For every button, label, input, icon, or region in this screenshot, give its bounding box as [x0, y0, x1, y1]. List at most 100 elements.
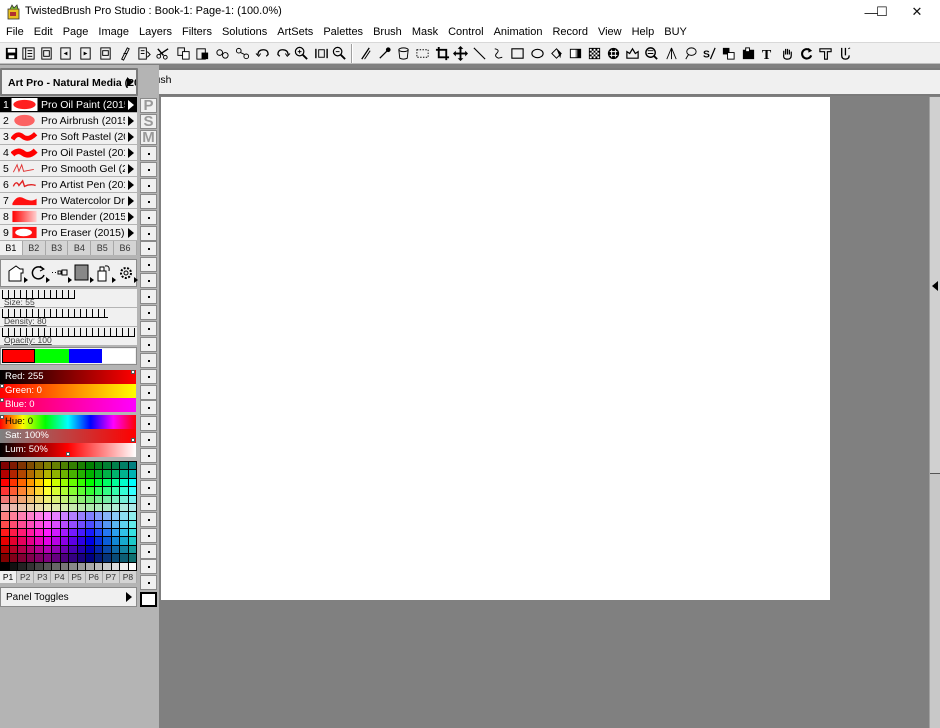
fill-icon[interactable] [548, 45, 564, 61]
palette-color-cell[interactable] [128, 503, 136, 512]
undo-icon[interactable] [254, 45, 270, 61]
palette-color-cell[interactable] [111, 462, 119, 470]
palette-color-cell[interactable] [86, 545, 94, 554]
palette-color-cell[interactable] [120, 562, 128, 570]
artset-selector[interactable]: Art Pro - Natural Media (2015) [0, 68, 138, 96]
quick-slot-button[interactable] [140, 384, 157, 400]
density-slider[interactable]: Density: 80 [0, 308, 137, 326]
palette-color-cell[interactable] [18, 562, 26, 570]
palette-color-cell[interactable] [103, 478, 111, 487]
palette-color-cell[interactable] [52, 478, 60, 487]
script-icon[interactable] [116, 45, 132, 61]
palette-color-cell[interactable] [9, 520, 17, 529]
palette-color-cell[interactable] [77, 478, 85, 487]
palette-color-cell[interactable] [69, 554, 77, 562]
lasso-icon[interactable] [682, 45, 698, 61]
palette-color-cell[interactable] [77, 462, 85, 470]
copy-layer-icon[interactable] [720, 45, 736, 61]
palette-color-cell[interactable] [128, 545, 136, 554]
expand-panel-arrow-icon[interactable] [932, 281, 938, 291]
color-swatch[interactable] [101, 349, 135, 363]
menu-filters[interactable]: Filters [177, 24, 217, 42]
menu-layers[interactable]: Layers [134, 24, 177, 42]
copy-icon[interactable] [175, 45, 191, 61]
palette-color-cell[interactable] [60, 537, 68, 545]
palette-color-cell[interactable] [43, 520, 51, 529]
fit-icon[interactable] [313, 45, 329, 61]
quick-slot-button[interactable] [140, 464, 157, 479]
link-icon[interactable] [214, 45, 230, 61]
palette-color-cell[interactable] [120, 478, 128, 487]
palette-color-cell[interactable] [94, 529, 102, 537]
palette-color-cell[interactable] [26, 512, 34, 520]
palette-color-cell[interactable] [9, 529, 17, 537]
psm-button-p[interactable]: P [140, 98, 157, 113]
palette-color-cell[interactable] [26, 487, 34, 495]
palette-color-cell[interactable] [9, 487, 17, 495]
palette-color-cell[interactable] [26, 529, 34, 537]
palette-color-cell[interactable] [111, 554, 119, 562]
palette-color-cell[interactable] [26, 562, 34, 570]
palette-color-cell[interactable] [52, 545, 60, 554]
palette-color-cell[interactable] [1, 470, 9, 478]
quick-slot-button[interactable] [140, 305, 157, 320]
palette-color-cell[interactable] [69, 462, 77, 470]
palette-color-cell[interactable] [35, 545, 43, 554]
palette-color-cell[interactable] [77, 562, 85, 570]
palette-color-cell[interactable] [94, 545, 102, 554]
palette-color-cell[interactable] [103, 520, 111, 529]
quick-slot-button[interactable] [140, 575, 157, 591]
menu-record[interactable]: Record [547, 24, 592, 42]
palette-color-cell[interactable] [26, 520, 34, 529]
brush-item[interactable]: 6 Pro Artist Pen (2015) [0, 177, 137, 193]
crop-icon[interactable] [434, 45, 450, 61]
palette-color-cell[interactable] [94, 495, 102, 503]
brush-options-arrow-icon[interactable] [128, 132, 134, 142]
menu-palettes[interactable]: Palettes [318, 24, 368, 42]
palette-color-cell[interactable] [94, 470, 102, 478]
palette-color-cell[interactable] [77, 554, 85, 562]
quick-slot-button[interactable] [140, 559, 157, 575]
ellipse-icon[interactable] [529, 45, 545, 61]
palette-tab-p4[interactable]: P4 [51, 571, 69, 583]
palette-color-cell[interactable] [18, 554, 26, 562]
settings-gear-icon[interactable] [116, 263, 138, 283]
palette-color-cell[interactable] [26, 495, 34, 503]
color-swatch[interactable] [2, 349, 36, 363]
palette-color-cell[interactable] [18, 478, 26, 487]
quick-slot-button[interactable] [140, 352, 157, 368]
palette-color-cell[interactable] [1, 537, 9, 545]
menu-edit[interactable]: Edit [29, 24, 58, 42]
palette-color-cell[interactable] [9, 554, 17, 562]
palette-color-cell[interactable] [103, 470, 111, 478]
page-prev-icon[interactable] [57, 45, 73, 61]
brush-options-arrow-icon[interactable] [128, 100, 134, 110]
palette-color-cell[interactable] [52, 520, 60, 529]
size-slider[interactable]: Size: 55 [0, 289, 137, 307]
palette-color-cell[interactable] [128, 487, 136, 495]
palette-color-cell[interactable] [86, 470, 94, 478]
palette-color-cell[interactable] [77, 537, 85, 545]
brush-icon[interactable] [357, 45, 373, 61]
palette-color-cell[interactable] [69, 520, 77, 529]
palette-color-cell[interactable] [9, 478, 17, 487]
palette-color-cell[interactable] [94, 478, 102, 487]
bottle-icon[interactable] [94, 263, 116, 283]
palette-color-cell[interactable] [103, 462, 111, 470]
palette-color-cell[interactable] [69, 478, 77, 487]
palette-color-cell[interactable] [86, 562, 94, 570]
palette-color-cell[interactable] [43, 462, 51, 470]
palette-color-cell[interactable] [35, 554, 43, 562]
palette-color-cell[interactable] [26, 554, 34, 562]
page-blank-icon[interactable] [97, 45, 113, 61]
palette-color-cell[interactable] [86, 495, 94, 503]
palette-color-cell[interactable] [60, 520, 68, 529]
palette-color-cell[interactable] [52, 529, 60, 537]
palette-color-cell[interactable] [120, 503, 128, 512]
palette-color-cell[interactable] [1, 520, 9, 529]
palette-color-cell[interactable] [1, 462, 9, 470]
palette-color-cell[interactable] [43, 487, 51, 495]
quick-slot-button[interactable] [140, 495, 157, 511]
brush-item[interactable]: 4 Pro Oil Pastel (2015) [0, 145, 137, 161]
palette-color-cell[interactable] [111, 545, 119, 554]
